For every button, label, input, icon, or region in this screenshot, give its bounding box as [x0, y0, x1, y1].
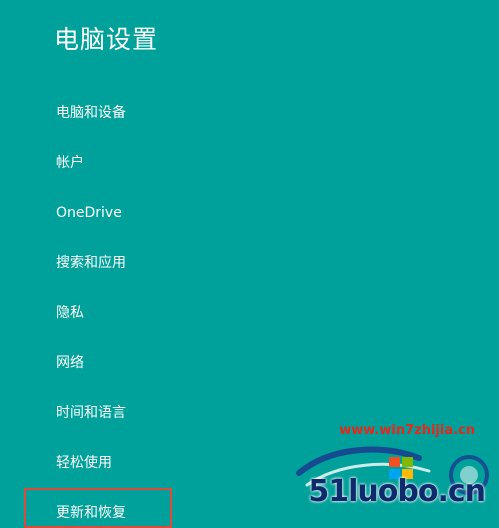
watermark-site: 51luobo.cn	[308, 474, 486, 509]
nav-item-label: 帐户	[56, 155, 84, 171]
watermark: www.win7zhijia.cn 51luobo.cn	[269, 413, 499, 523]
nav-item-label: 更新和恢复	[56, 505, 126, 521]
nav-item-time-and-language[interactable]: 时间和语言	[56, 403, 126, 423]
nav-item-accounts[interactable]: 帐户	[56, 153, 84, 173]
nav-item-update-and-recovery[interactable]: 更新和恢复	[56, 503, 126, 523]
nav-item-search-and-apps[interactable]: 搜索和应用	[56, 253, 126, 273]
nav-item-label: 时间和语言	[56, 405, 126, 421]
nav-item-label: OneDrive	[56, 205, 122, 221]
nav-item-label: 隐私	[56, 305, 84, 321]
nav-item-pc-and-devices[interactable]: 电脑和设备	[56, 103, 126, 123]
nav-item-privacy[interactable]: 隐私	[56, 303, 84, 323]
nav-item-ease-of-access[interactable]: 轻松使用	[56, 453, 112, 473]
nav-item-label: 网络	[56, 355, 84, 371]
watermark-url: www.win7zhijia.cn	[339, 423, 475, 438]
nav-item-label: 电脑和设备	[56, 105, 126, 121]
nav-item-onedrive[interactable]: OneDrive	[56, 203, 122, 223]
nav-item-network[interactable]: 网络	[56, 353, 84, 373]
nav-item-label: 轻松使用	[56, 455, 112, 471]
nav-item-label: 搜索和应用	[56, 255, 126, 271]
